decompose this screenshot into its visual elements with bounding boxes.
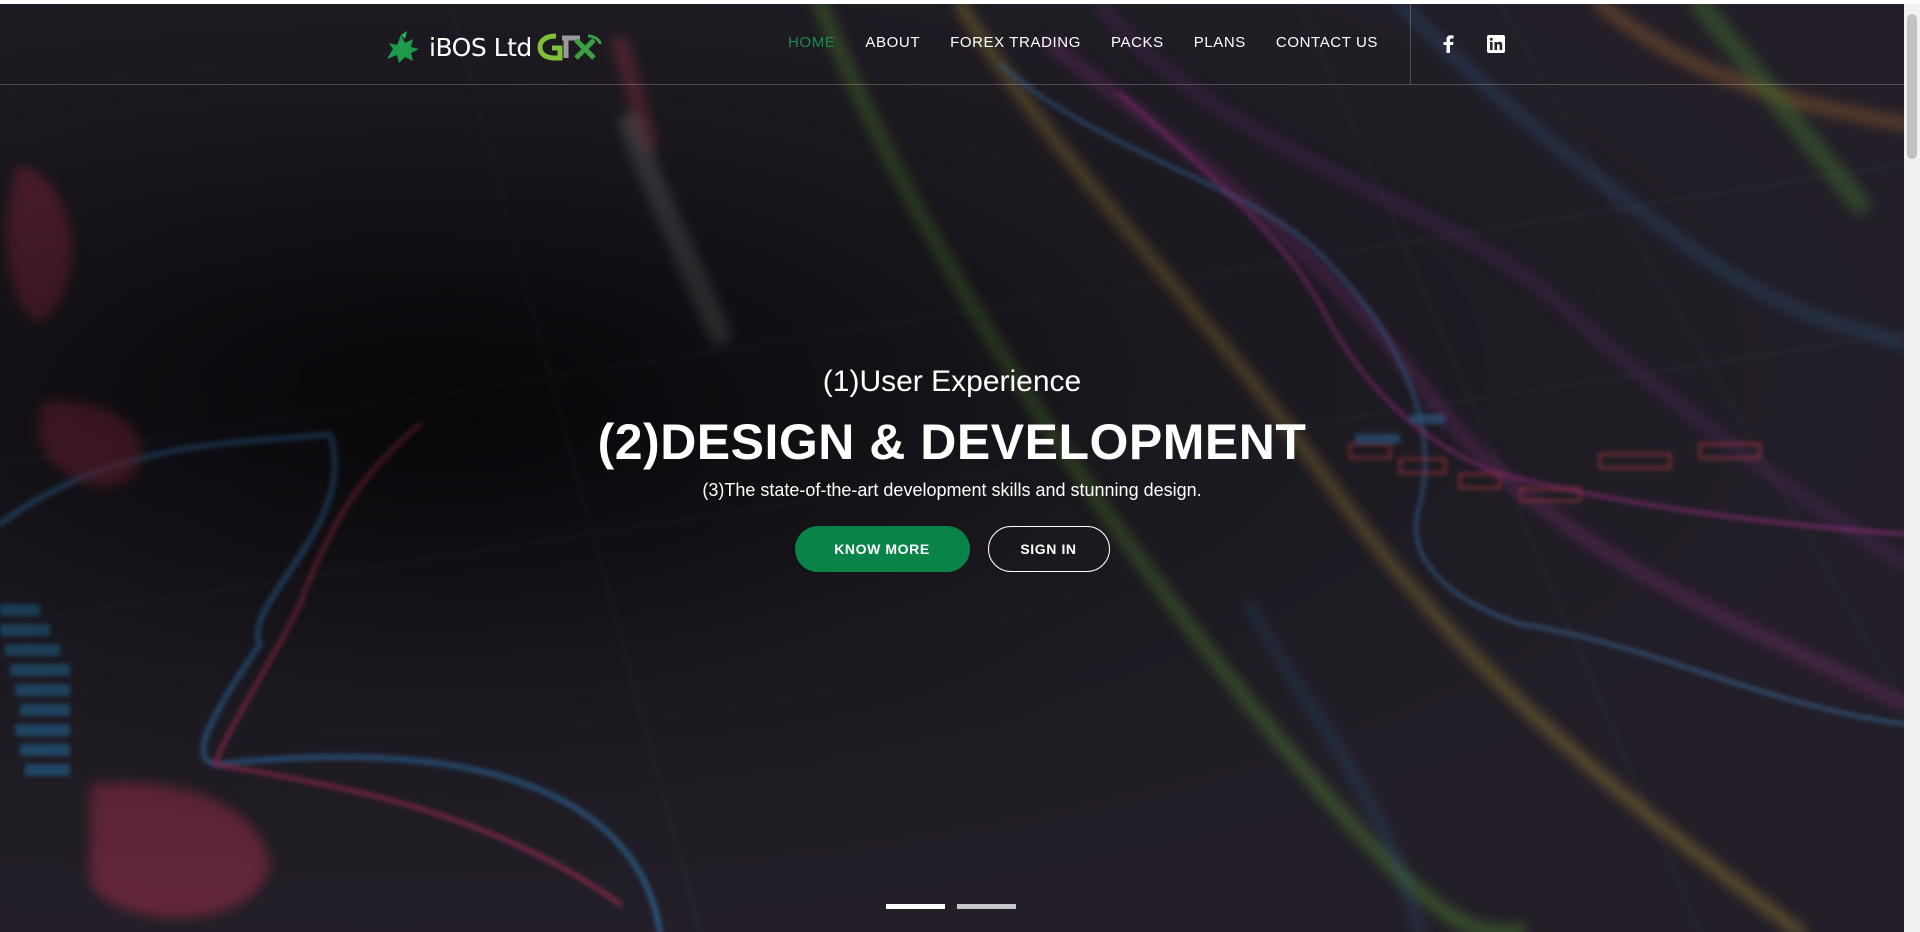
nav-packs[interactable]: PACKS	[1111, 34, 1164, 51]
nav-divider	[1410, 4, 1411, 84]
facebook-icon[interactable]	[1438, 34, 1458, 54]
gfx-logo-mark-icon	[537, 33, 602, 61]
nav-home[interactable]: HOME	[788, 34, 835, 51]
slide-indicator-2[interactable]	[957, 904, 1016, 909]
page-viewport: iBOS Ltd HOME ABOUT FOREX TRADING PACKS …	[0, 4, 1904, 932]
hero-title: (2)DESIGN & DEVELOPMENT	[597, 414, 1307, 470]
know-more-button[interactable]: KNOW MORE	[794, 526, 970, 572]
sign-in-button[interactable]: SIGN IN	[987, 526, 1110, 572]
linkedin-icon[interactable]	[1486, 34, 1506, 54]
brand-logo[interactable]: iBOS Ltd	[383, 28, 602, 66]
scrollbar-thumb[interactable]	[1907, 14, 1917, 159]
hero-slide: (1)User Experience (2)DESIGN & DEVELOPME…	[0, 364, 1904, 572]
hero-subtitle: (1)User Experience	[822, 365, 1082, 398]
nav-forex-trading[interactable]: FOREX TRADING	[950, 34, 1081, 51]
nav-about[interactable]: ABOUT	[865, 34, 920, 51]
site-header: iBOS Ltd HOME ABOUT FOREX TRADING PACKS …	[0, 4, 1904, 85]
nav-contact-us[interactable]: CONTACT US	[1276, 34, 1378, 51]
main-nav: HOME ABOUT FOREX TRADING PACKS PLANS CON…	[788, 34, 1378, 51]
slider-pagination	[886, 904, 1016, 909]
page-scrollbar[interactable]	[1904, 4, 1920, 932]
hero-tagline: (3)The state-of-the-art development skil…	[702, 480, 1202, 500]
brand-name: iBOS Ltd	[429, 32, 532, 62]
hero-buttons: KNOW MORE SIGN IN	[0, 526, 1904, 572]
slide-indicator-1[interactable]	[886, 904, 945, 909]
nav-plans[interactable]: PLANS	[1194, 34, 1246, 51]
dragon-icon	[387, 31, 419, 63]
